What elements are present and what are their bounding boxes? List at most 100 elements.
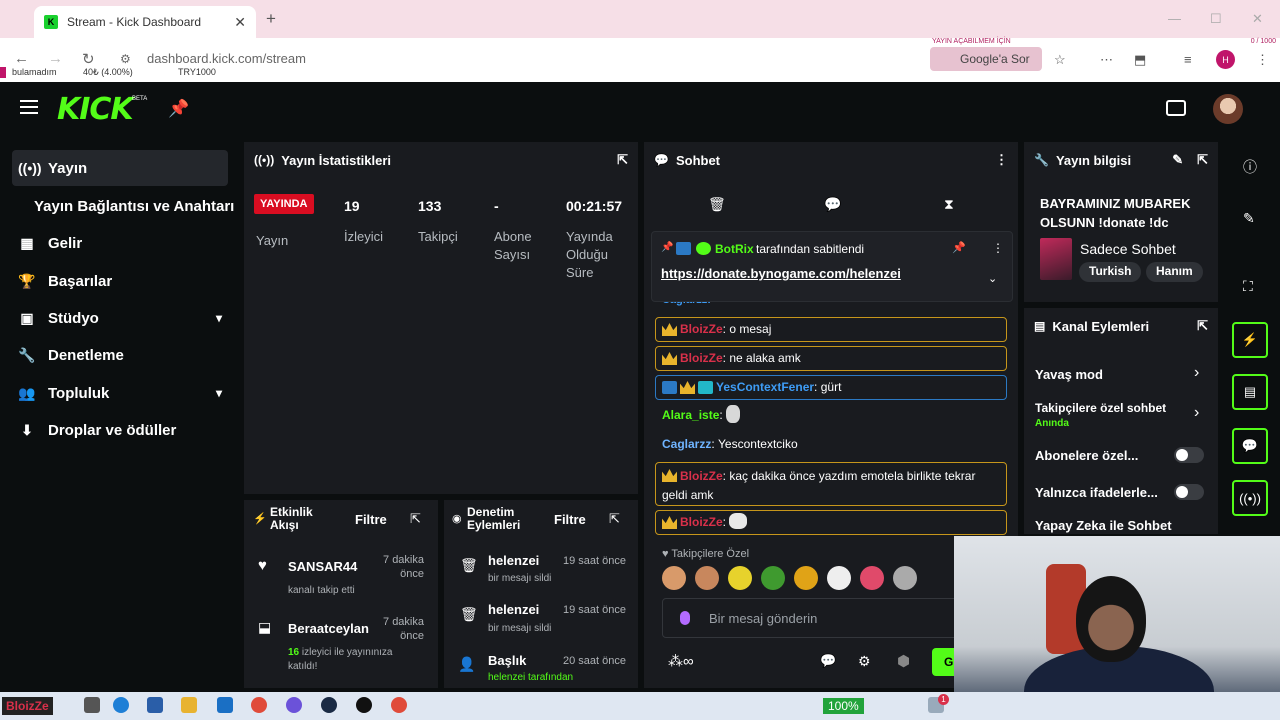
sidebar-item-studyo[interactable]: ▣ Stüdyo ▾ <box>12 300 228 336</box>
pinned-link[interactable]: https://donate.bynogame.com/helenzei <box>661 266 901 281</box>
expand-icon[interactable]: ⛶ <box>1243 278 1253 295</box>
emote[interactable] <box>761 566 785 590</box>
edit-icon[interactable]: ✎ <box>1243 210 1255 227</box>
edit-icon[interactable]: ✎ <box>1172 152 1183 168</box>
maximize-icon[interactable]: ☐ <box>1210 11 1222 27</box>
profile-avatar[interactable]: H <box>1216 50 1235 69</box>
chrome-icon[interactable] <box>251 697 267 713</box>
info-icon[interactable]: ⓘ <box>1243 157 1257 177</box>
sidebar-item-droplar[interactable]: ⬇ Droplar ve ödüller <box>12 412 228 448</box>
quick-action-bolt[interactable]: ⚡ <box>1232 322 1268 358</box>
event-user[interactable]: Beraatceylan <box>288 621 369 636</box>
category-name[interactable]: Sadece Sohbet <box>1080 241 1176 257</box>
media-icon[interactable]: ≡ <box>1184 52 1192 67</box>
pin-icon[interactable]: 📌 <box>168 99 189 119</box>
hourglass-icon[interactable]: ⧗ <box>944 196 954 213</box>
send-button[interactable]: G <box>932 648 956 676</box>
mail-icon[interactable] <box>217 697 233 713</box>
user-avatar[interactable] <box>1213 94 1243 124</box>
bookmark-1[interactable]: bulamadım <box>12 67 57 77</box>
discord-icon[interactable] <box>286 697 302 713</box>
mod-user[interactable]: Başlık <box>488 653 526 668</box>
site-info-icon[interactable]: ⚙ <box>120 52 131 66</box>
emote[interactable] <box>728 566 752 590</box>
chrome-icon[interactable] <box>391 697 407 713</box>
sidebar-item-stream-key[interactable]: Yayın Bağlantısı ve Anahtarı <box>12 188 244 224</box>
menu-icon[interactable] <box>20 100 38 114</box>
chat-username[interactable]: BloizZe <box>680 469 723 483</box>
tab-close-icon[interactable]: ✕ <box>234 14 246 31</box>
unpin-icon[interactable]: 📌 <box>952 241 966 254</box>
settings-icon[interactable]: ⚙ <box>858 653 871 670</box>
browser-tab-active[interactable]: K Stream - Kick Dashboard ✕ <box>34 6 256 38</box>
minimize-icon[interactable]: — <box>1168 11 1181 26</box>
chevron-down-icon[interactable]: ⌄ <box>988 272 997 285</box>
back-icon[interactable]: ← <box>14 50 29 67</box>
emote[interactable] <box>794 566 818 590</box>
taskbar-app-label[interactable]: BloizZe <box>2 697 53 715</box>
bookmark-2[interactable]: 40₺ (4.00%) <box>83 67 133 78</box>
steam-icon[interactable] <box>321 697 337 713</box>
ai-moderation-label[interactable]: Yapay Zeka ile Sohbet Denetimi <box>1035 518 1195 534</box>
points-icon[interactable]: ⁂∞ <box>668 652 694 670</box>
quick-action-chat[interactable]: 💬 <box>1232 428 1268 464</box>
new-tab-icon[interactable]: + <box>266 9 276 29</box>
chat-username[interactable]: BloizZe <box>680 515 723 529</box>
emote[interactable] <box>662 566 686 590</box>
sidebar-item-gelir[interactable]: ▦ Gelir <box>12 225 228 261</box>
emotes-only-toggle[interactable] <box>1174 484 1204 500</box>
chat-bubble-icon[interactable]: 💬 <box>824 196 841 213</box>
chat-username[interactable]: Alara_iste <box>662 408 719 422</box>
subs-only-label[interactable]: Abonelere özel... <box>1035 448 1138 463</box>
download-icon[interactable]: ⬒ <box>1134 52 1146 68</box>
popout-icon[interactable]: ⇱ <box>609 511 620 527</box>
sidebar-item-yayin[interactable]: ((•)) Yayın <box>12 150 228 186</box>
bookmark-3[interactable]: TRY1000 <box>178 67 216 77</box>
emote[interactable] <box>827 566 851 590</box>
browser-menu-icon[interactable]: ⋮ <box>1256 52 1269 68</box>
stream-preview-icon[interactable] <box>1166 100 1186 116</box>
chevron-right-icon[interactable]: › <box>1194 404 1199 422</box>
emote[interactable] <box>860 566 884 590</box>
taskview-icon[interactable] <box>84 697 100 713</box>
zoom-indicator[interactable]: 100% <box>823 698 864 714</box>
chat-username[interactable]: Caglarzz <box>662 437 711 451</box>
emote-picker-icon[interactable]: ⬢ <box>897 652 910 670</box>
trash-icon[interactable]: 🗑 <box>708 196 726 213</box>
emotes-only-label[interactable]: Yalnızca ifadelerle... <box>1035 485 1158 500</box>
extensions-icon[interactable]: ⋯ <box>1100 52 1113 68</box>
popout-icon[interactable]: ⇱ <box>617 152 628 168</box>
chat-bubble-icon[interactable]: 💬 <box>820 653 836 669</box>
reload-icon[interactable]: ↻ <box>82 50 95 68</box>
chevron-right-icon[interactable]: › <box>1194 364 1199 382</box>
emote[interactable] <box>695 566 719 590</box>
quick-action-broadcast[interactable]: ((•)) <box>1232 480 1268 516</box>
emote[interactable] <box>893 566 917 590</box>
activity-filter-button[interactable]: Filtre <box>355 512 387 527</box>
microphone-icon[interactable] <box>680 611 690 625</box>
event-user[interactable]: SANSAR44 <box>288 559 357 574</box>
popout-icon[interactable]: ⇱ <box>410 511 421 527</box>
store-icon[interactable] <box>147 697 163 713</box>
tag-chip[interactable]: Hanım <box>1146 262 1203 282</box>
star-icon[interactable]: ☆ <box>1054 52 1066 68</box>
subs-only-toggle[interactable] <box>1174 447 1204 463</box>
popout-icon[interactable]: ⇱ <box>1197 318 1208 334</box>
pinned-by-user[interactable]: BotRix <box>715 242 754 256</box>
kick-logo[interactable]: KICK <box>57 92 134 127</box>
popout-icon[interactable]: ⇱ <box>1197 152 1208 168</box>
slow-mode-label[interactable]: Yavaş mod <box>1035 367 1103 382</box>
folder-icon[interactable] <box>181 697 197 713</box>
edge-icon[interactable] <box>113 697 129 713</box>
followers-only-label[interactable]: Takipçilere özel sohbet <box>1035 401 1166 415</box>
chat-username[interactable]: BloizZe <box>680 351 723 365</box>
url-text[interactable]: dashboard.kick.com/stream <box>147 51 306 66</box>
chat-username[interactable]: YesContextFener <box>716 380 814 394</box>
google-ask-button[interactable]: Google'a Sor <box>930 47 1042 71</box>
forward-icon[interactable]: → <box>48 50 63 67</box>
sidebar-item-topluluk[interactable]: 👥 Topluluk ▾ <box>12 375 228 411</box>
more-options-icon[interactable]: ⋮ <box>995 152 1008 168</box>
sidebar-item-basarilar[interactable]: 🏆 Başarılar <box>12 263 228 299</box>
mod-user[interactable]: helenzei <box>488 553 539 568</box>
mod-user[interactable]: helenzei <box>488 602 539 617</box>
